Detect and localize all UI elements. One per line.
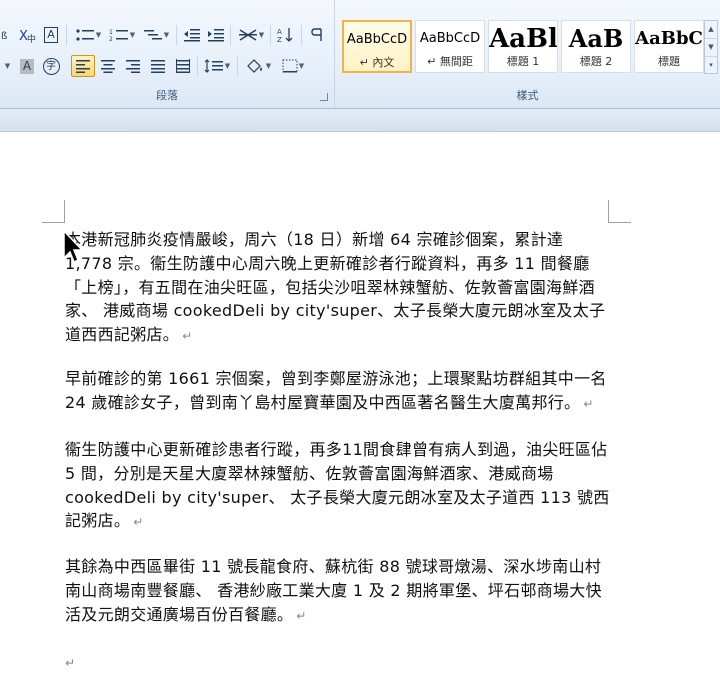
document-page[interactable]: 本港新冠肺炎疫情嚴峻，周六（18 日）新增 64 宗確診個案，累計達 1,778… (0, 132, 720, 690)
paragraph-1[interactable]: 本港新冠肺炎疫情嚴峻，周六（18 日）新增 64 宗確診個案，累計達 1,778… (65, 228, 613, 349)
paragraph-2[interactable]: 早前確診的第 1661 宗個案，曾到李鄭屋游泳池；上環聚點坊群組其中一名 24 … (65, 367, 613, 417)
svg-text:2: 2 (109, 36, 113, 42)
style-heading-2[interactable]: AaB 標題 2 (561, 20, 631, 73)
show-hide-marks-icon[interactable] (306, 24, 328, 46)
style-heading-1[interactable]: AaBl 標題 1 (488, 20, 558, 73)
style-heading-2-name: 標題 2 (579, 55, 613, 68)
align-left-button[interactable] (71, 55, 95, 77)
empty-paragraph[interactable]: ↵ (65, 650, 613, 676)
svg-text:Z: Z (277, 36, 282, 43)
style-no-spacing[interactable]: AaBbCcD ↵ 無間距 (415, 20, 485, 73)
style-title[interactable]: AaBbC 標題 (634, 20, 704, 73)
chinese-layout-icon[interactable]: ▼ (235, 24, 267, 46)
enclose-characters-button[interactable]: 字 (40, 55, 62, 77)
style-heading-1-name: 標題 1 (506, 55, 540, 68)
paragraph-mark: ↵ (65, 656, 76, 670)
style-no-spacing-preview: AaBbCcD (419, 31, 481, 46)
svg-text:A: A (277, 28, 282, 36)
borders-button[interactable]: ▼ (277, 55, 309, 77)
decrease-indent-icon[interactable] (181, 24, 203, 46)
style-normal-name: ↵ 內文 (359, 56, 395, 69)
asian-layout-glyph: A (44, 27, 58, 43)
style-title-name: 標題 (658, 55, 680, 68)
style-normal[interactable]: AaBbCcD ↵ 內文 (342, 20, 412, 73)
chevron-down-icon[interactable]: ▼ (705, 39, 717, 57)
increase-indent-icon[interactable] (205, 24, 227, 46)
dropdown-arrow-icon[interactable]: ▼ (0, 55, 14, 77)
paragraph-dialog-launcher[interactable] (320, 93, 328, 101)
more-styles-icon[interactable]: ▾ (705, 57, 717, 74)
paragraph-group: ß X中 A ▼ 1 2 ▼ ▼ ▼ AZ ▼ A 字 ▼ ▼ ▼ 段落 (0, 0, 335, 108)
ribbon: ß X中 A ▼ 1 2 ▼ ▼ ▼ AZ ▼ A 字 ▼ ▼ ▼ 段落 AaBb (0, 0, 720, 109)
style-heading-2-preview: AaB (568, 24, 624, 53)
paragraph-mark: ↵ (296, 608, 307, 623)
svg-text:中: 中 (27, 33, 36, 43)
style-no-spacing-name: ↵ 無間距 (427, 55, 473, 68)
paragraph-3[interactable]: 衞生防護中心更新確診患者行蹤，再多11間食肆曾有病人到過，油尖旺區佔 5 間，分… (65, 438, 613, 535)
align-center-button[interactable] (96, 55, 120, 77)
paragraph-mark: ↵ (182, 329, 193, 344)
paragraph-mark: ↵ (133, 515, 144, 530)
shading-bucket-button[interactable]: ▼ (241, 55, 275, 77)
sort-icon[interactable]: AZ (274, 24, 296, 46)
svg-text:ß: ß (1, 31, 7, 42)
line-spacing-button[interactable]: ▼ (201, 55, 233, 77)
numbering-button[interactable]: 1 2 ▼ (106, 24, 138, 46)
multilevel-list-button[interactable]: ▼ (140, 24, 172, 46)
char-shading-button[interactable]: A (17, 55, 37, 77)
paragraph-1-text: 本港新冠肺炎疫情嚴峻，周六（18 日）新增 64 宗確診個案，累計達 1,778… (65, 230, 606, 345)
margin-corner-right (608, 200, 631, 223)
svg-text:1: 1 (109, 29, 113, 36)
justify-button[interactable] (146, 55, 170, 77)
paragraph-3-text: 衞生防護中心更新確診患者行蹤，再多11間食肆曾有病人到過，油尖旺區佔 5 間，分… (65, 440, 610, 531)
styles-group: AaBbCcD ↵ 內文 AaBbCcD ↵ 無間距 AaBl 標題 1 AaB… (335, 0, 720, 108)
margin-corner-left (42, 200, 65, 223)
distributed-button[interactable] (171, 55, 195, 77)
paragraph-group-label: 段落 (156, 89, 178, 102)
asian-layout-button[interactable]: A (41, 24, 61, 46)
style-heading-1-preview: AaBl (489, 24, 558, 54)
style-title-preview: AaBbC (635, 28, 703, 49)
document-top-band (0, 109, 720, 132)
chevron-up-icon[interactable]: ▲ (705, 21, 717, 39)
styles-group-label: 樣式 (516, 89, 539, 102)
paragraph-mark: ↵ (583, 396, 594, 411)
paragraph-4-text: 其餘為中西區畢街 11 號長龍食府、蘇杭街 88 號球哥燉湯、深水埗南山村南山商… (65, 557, 602, 624)
paragraph-4[interactable]: 其餘為中西區畢街 11 號長龍食府、蘇杭街 88 號球哥燉湯、深水埗南山村南山商… (65, 555, 613, 628)
styles-scroll[interactable]: ▲ ▼ ▾ (704, 20, 718, 74)
chinese-conversion-icon[interactable]: X中 (17, 24, 39, 46)
bullets-button[interactable]: ▼ (72, 24, 104, 46)
paragraph-2-text: 早前確診的第 1661 宗個案，曾到李鄭屋游泳池；上環聚點坊群組其中一名 24 … (65, 369, 607, 412)
mouse-pointer-icon (63, 230, 83, 264)
abc-icon[interactable]: ß (0, 24, 14, 46)
align-right-button[interactable] (121, 55, 145, 77)
enclose-glyph: 字 (42, 57, 60, 75)
style-normal-preview: AaBbCcD (346, 32, 408, 47)
